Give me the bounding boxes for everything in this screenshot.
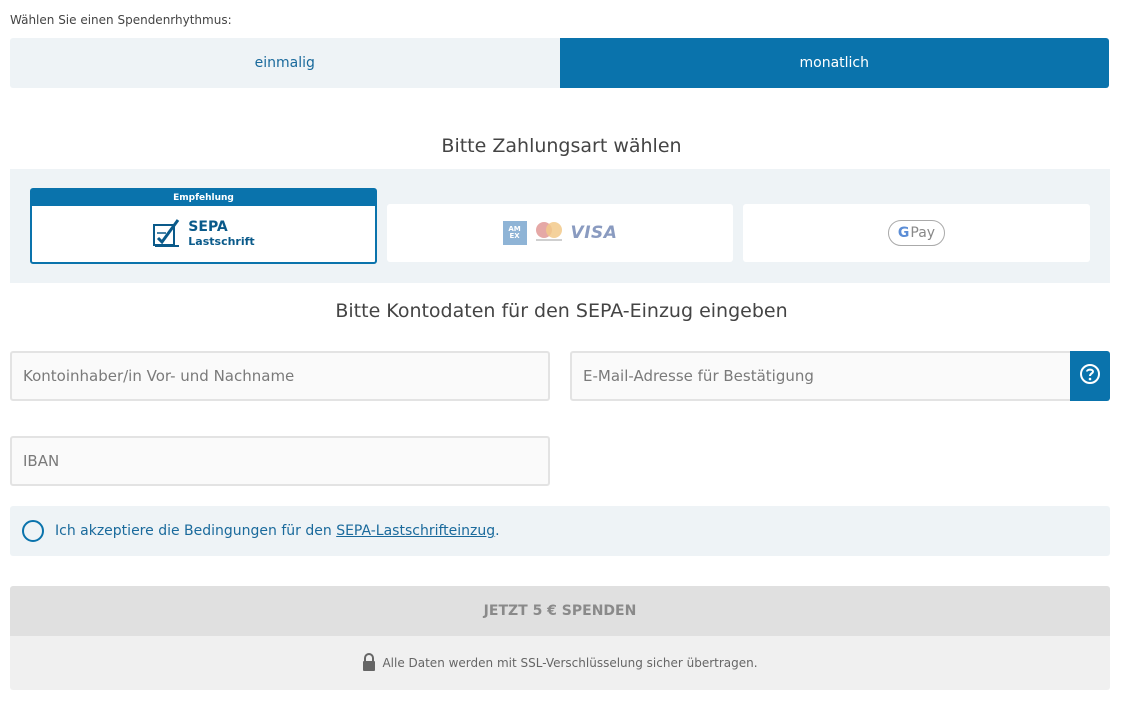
amex-icon: AM EX: [502, 221, 527, 245]
account-heading: Bitte Kontodaten für den SEPA-Einzug ein…: [335, 300, 788, 322]
mastercard-icon: [533, 220, 565, 246]
sepa-title: SEPA: [188, 219, 228, 236]
lock-icon: [362, 652, 376, 674]
rhythm-option-once[interactable]: einmalig: [10, 38, 560, 88]
account-holder-field: [10, 351, 550, 401]
google-pay-label: Pay: [910, 225, 936, 241]
rhythm-label: Wählen Sie einen Spendenrhythmus:: [10, 13, 232, 27]
payment-method-cards[interactable]: AM EX VISA: [387, 204, 733, 262]
sepa-check-icon: [152, 216, 182, 252]
email-input[interactable]: [581, 366, 1070, 386]
consent-text-after: .: [495, 523, 500, 539]
sepa-terms-link[interactable]: SEPA-Lastschrifteinzug: [336, 523, 495, 539]
consent-radio[interactable]: [22, 520, 44, 542]
visa-icon: VISA: [570, 223, 618, 243]
iban-input[interactable]: [21, 451, 548, 471]
google-pay-icon: G Pay: [887, 220, 946, 246]
donate-submit-button[interactable]: JETZT 5 € SPENDEN: [10, 586, 1110, 636]
consent-text-before: Ich akzeptiere die Bedingungen für den: [55, 523, 337, 539]
iban-field: [10, 436, 550, 486]
consent-box: Ich akzeptiere die Bedingungen für den S…: [10, 506, 1110, 556]
account-holder-input[interactable]: [21, 366, 548, 386]
payment-method-gpay[interactable]: G Pay: [743, 204, 1090, 262]
consent-text: Ich akzeptiere die Bedingungen für den S…: [55, 523, 500, 539]
sepa-subtitle: Lastschrift: [188, 234, 255, 248]
payment-method-sepa[interactable]: Empfehlung SEPA Lastschrift: [30, 188, 377, 264]
rhythm-toggle: einmalig monatlich: [10, 38, 1109, 88]
email-help-button[interactable]: [1070, 351, 1110, 401]
question-circle-icon: [1079, 363, 1101, 389]
ssl-note: Alle Daten werden mit SSL-Verschlüsselun…: [10, 636, 1110, 690]
recommendation-badge: Empfehlung: [32, 190, 375, 206]
sepa-logo: SEPA Lastschrift: [152, 206, 255, 262]
google-g-icon: G: [897, 225, 910, 241]
payment-heading: Bitte Zahlungsart wählen: [441, 135, 682, 157]
rhythm-option-monthly[interactable]: monatlich: [559, 38, 1109, 88]
ssl-note-text: Alle Daten werden mit SSL-Verschlüsselun…: [382, 656, 758, 670]
email-field: [570, 351, 1072, 401]
payment-method-panel: Empfehlung SEPA Lastschrift AM EX VISA G…: [10, 169, 1110, 283]
